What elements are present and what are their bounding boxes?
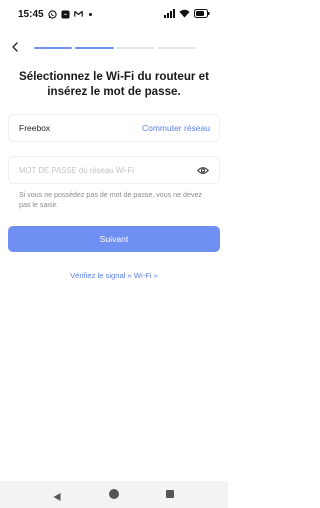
eye-icon[interactable] — [196, 163, 210, 177]
navigation-bar — [0, 481, 228, 508]
nav-recents-icon[interactable] — [166, 490, 174, 498]
progress-segment — [157, 47, 196, 49]
progress-segment — [75, 47, 114, 49]
notification-dot-icon — [88, 12, 92, 16]
header — [0, 38, 228, 58]
status-right — [164, 5, 210, 23]
gmail-icon — [73, 10, 83, 19]
switch-network-link[interactable]: Commuter réseau — [142, 123, 210, 133]
nav-back-icon[interactable] — [52, 489, 62, 501]
check-signal-link[interactable]: Vérifiez le signal « Wi-Fi » — [0, 271, 228, 280]
status-left: 15:45 — [18, 9, 92, 20]
password-hint: Si vous ne possédez pas de mot de passe,… — [19, 191, 202, 209]
signal-icon — [164, 5, 175, 23]
back-button[interactable] — [6, 38, 24, 58]
password-field — [8, 156, 220, 184]
network-name: Freebox — [19, 123, 51, 133]
wifi-icon — [179, 5, 190, 23]
password-input[interactable] — [19, 165, 179, 175]
next-button[interactable]: Suivant — [8, 226, 220, 252]
chevron-left-icon — [11, 39, 19, 57]
progress-segment — [34, 47, 73, 49]
battery-icon — [194, 5, 210, 23]
whatsapp-icon — [47, 9, 57, 19]
nav-home-icon[interactable] — [109, 489, 119, 499]
messenger-icon — [61, 9, 70, 19]
status-bar: 15:45 — [0, 0, 228, 28]
step-progress — [34, 47, 196, 49]
status-time: 15:45 — [18, 8, 44, 20]
network-field: Freebox Commuter réseau — [8, 114, 220, 142]
page-title: Sélectionnez le Wi-Fi du routeur et insé… — [19, 70, 209, 98]
progress-segment — [116, 47, 155, 49]
screen: 15:45 Sélectionnez le Wi-Fi du routeur e… — [0, 0, 228, 508]
